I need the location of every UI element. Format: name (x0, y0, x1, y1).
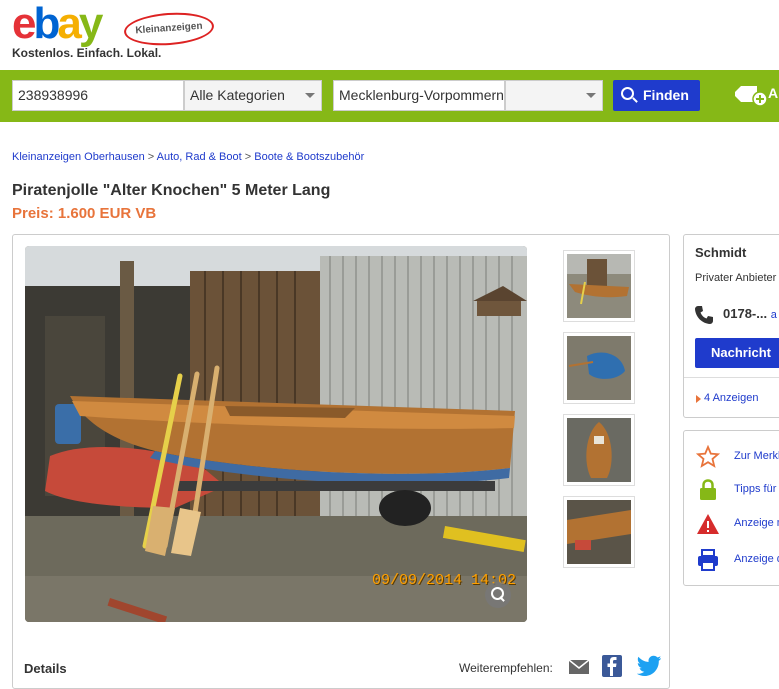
thumbnail-image (567, 500, 631, 564)
post-ad-icon[interactable] (733, 84, 767, 106)
chevron-down-icon (305, 93, 315, 98)
phone-number[interactable]: 0178-... a (723, 306, 777, 321)
phone-reveal-link[interactable]: a (771, 309, 777, 321)
thumbnail-image (567, 418, 631, 482)
category-select[interactable]: Alle Kategorien (184, 80, 322, 111)
listing-card: 09/09/2014 14:02 Details Weiterempfehlen… (12, 234, 670, 689)
ebay-logo[interactable]: ebay (12, 2, 103, 46)
arrow-right-icon (696, 395, 701, 403)
zoom-icon[interactable] (485, 582, 511, 608)
details-heading: Details (24, 661, 67, 676)
thumbnail-1[interactable] (563, 250, 635, 322)
email-icon[interactable] (568, 659, 590, 675)
listing-price: Preis: 1.600 EUR VB (12, 205, 157, 222)
tagline: Kostenlos. Einfach. Lokal. (12, 46, 162, 60)
kleinanzeigen-badge: Kleinanzeigen (122, 9, 216, 49)
page-title: Piratenjolle "Alter Knochen" 5 Meter Lan… (12, 182, 331, 199)
site-header: ebay Kleinanzeigen Kostenlos. Einfach. L… (0, 0, 779, 70)
warning-icon (697, 514, 719, 534)
chevron-down-icon (586, 93, 596, 98)
thumbnail-image (567, 254, 631, 318)
facebook-icon[interactable] (602, 655, 622, 677)
action-print[interactable]: Anzeige drucken (696, 548, 779, 572)
breadcrumb: Kleinanzeigen Oberhausen > Auto, Rad & B… (12, 151, 364, 163)
printer-icon (698, 549, 718, 571)
thumbnail-4[interactable] (563, 496, 635, 568)
star-icon (696, 445, 720, 468)
lock-icon (700, 479, 716, 500)
main-photo[interactable]: 09/09/2014 14:02 (25, 246, 527, 622)
breadcrumb-item-city[interactable]: Kleinanzeigen Oberhausen (12, 151, 145, 163)
location-input[interactable]: Mecklenburg-Vorpommern (333, 80, 505, 111)
breadcrumb-separator: > (147, 151, 155, 163)
thumbnail-3[interactable] (563, 414, 635, 486)
search-icon (621, 87, 634, 100)
actions-box: Zur Merkliste Tipps für Anzeige melden A… (683, 430, 779, 586)
radius-select[interactable] (505, 80, 603, 111)
breadcrumb-separator: > (244, 151, 252, 163)
search-input[interactable]: 238938996 (12, 80, 184, 111)
boat-photo (25, 246, 527, 622)
thumbnail-image (567, 336, 631, 400)
action-report[interactable]: Anzeige melden (696, 512, 779, 536)
seller-ads-link[interactable]: 4 Anzeigen (704, 392, 758, 404)
seller-box: Schmidt Privater Anbieter 0178-... a Nac… (683, 234, 779, 418)
breadcrumb-item-boats[interactable]: Boote & Bootszubehör (254, 151, 364, 163)
thumbnail-2[interactable] (563, 332, 635, 404)
seller-type: Privater Anbieter (695, 272, 777, 284)
action-tips[interactable]: Tipps für (696, 478, 779, 502)
search-bar: 238938996 Alle Kategorien Mecklenburg-Vo… (0, 70, 779, 122)
phone-icon (695, 306, 713, 324)
find-button[interactable]: Finden (613, 80, 700, 111)
message-button[interactable]: Nachricht (695, 338, 779, 368)
post-ad-label[interactable]: A (768, 85, 778, 101)
seller-name: Schmidt (695, 245, 747, 260)
breadcrumb-item-vehicles[interactable]: Auto, Rad & Boot (157, 151, 242, 163)
twitter-icon[interactable] (637, 655, 661, 677)
divider (684, 377, 779, 378)
action-watchlist[interactable]: Zur Merkliste (696, 445, 779, 469)
share-label: Weiterempfehlen: (459, 661, 553, 675)
